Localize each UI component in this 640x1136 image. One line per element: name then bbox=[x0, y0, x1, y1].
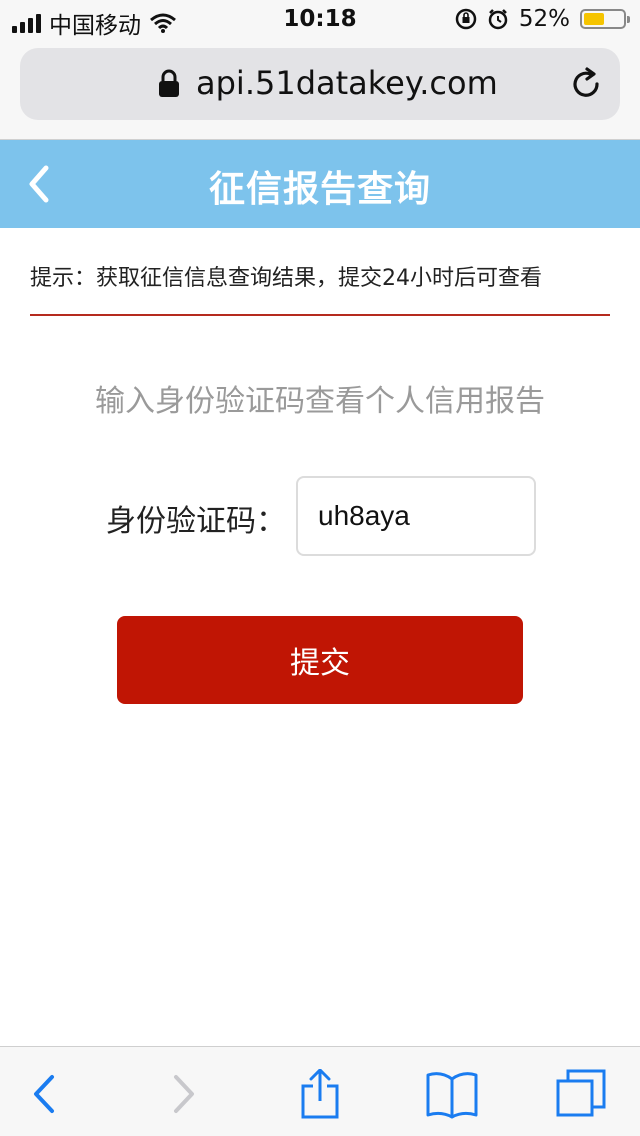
address-bar[interactable]: api.51datakey.com bbox=[20, 48, 620, 120]
lock-icon bbox=[159, 69, 179, 97]
form-subtitle: 输入身份验证码查看个人信用报告 bbox=[95, 384, 545, 419]
battery-icon bbox=[580, 9, 630, 29]
status-bar: 中国移动 10:18 52% bbox=[0, 0, 640, 40]
back-arrow-icon[interactable] bbox=[20, 1069, 70, 1119]
url-text[interactable]: api.51datakey.com bbox=[196, 64, 498, 102]
code-form-row: 身份验证码： bbox=[0, 476, 640, 556]
browser-chrome: 中国移动 10:18 52% api.51datakey.com bbox=[0, 0, 640, 140]
verification-code-input[interactable] bbox=[296, 476, 536, 556]
code-label: 身份验证码： bbox=[106, 504, 286, 539]
notice-text: 提示：获取征信信息查询结果，提交24小时后可查看 bbox=[30, 266, 542, 291]
reload-icon[interactable] bbox=[568, 66, 604, 102]
alarm-icon bbox=[488, 9, 508, 30]
page-title: 征信报告查询 bbox=[208, 169, 431, 210]
battery-percent: 52% bbox=[518, 6, 570, 32]
forward-arrow-icon[interactable] bbox=[158, 1069, 208, 1119]
tabs-icon[interactable] bbox=[556, 1069, 606, 1119]
bookmarks-icon[interactable] bbox=[425, 1069, 479, 1119]
orientation-lock-icon bbox=[455, 8, 477, 30]
notice-divider bbox=[30, 314, 610, 316]
browser-toolbar bbox=[0, 1046, 640, 1136]
share-icon[interactable] bbox=[295, 1069, 345, 1119]
page-header: 征信报告查询 bbox=[0, 140, 640, 228]
submit-button[interactable]: 提交 bbox=[117, 616, 523, 704]
